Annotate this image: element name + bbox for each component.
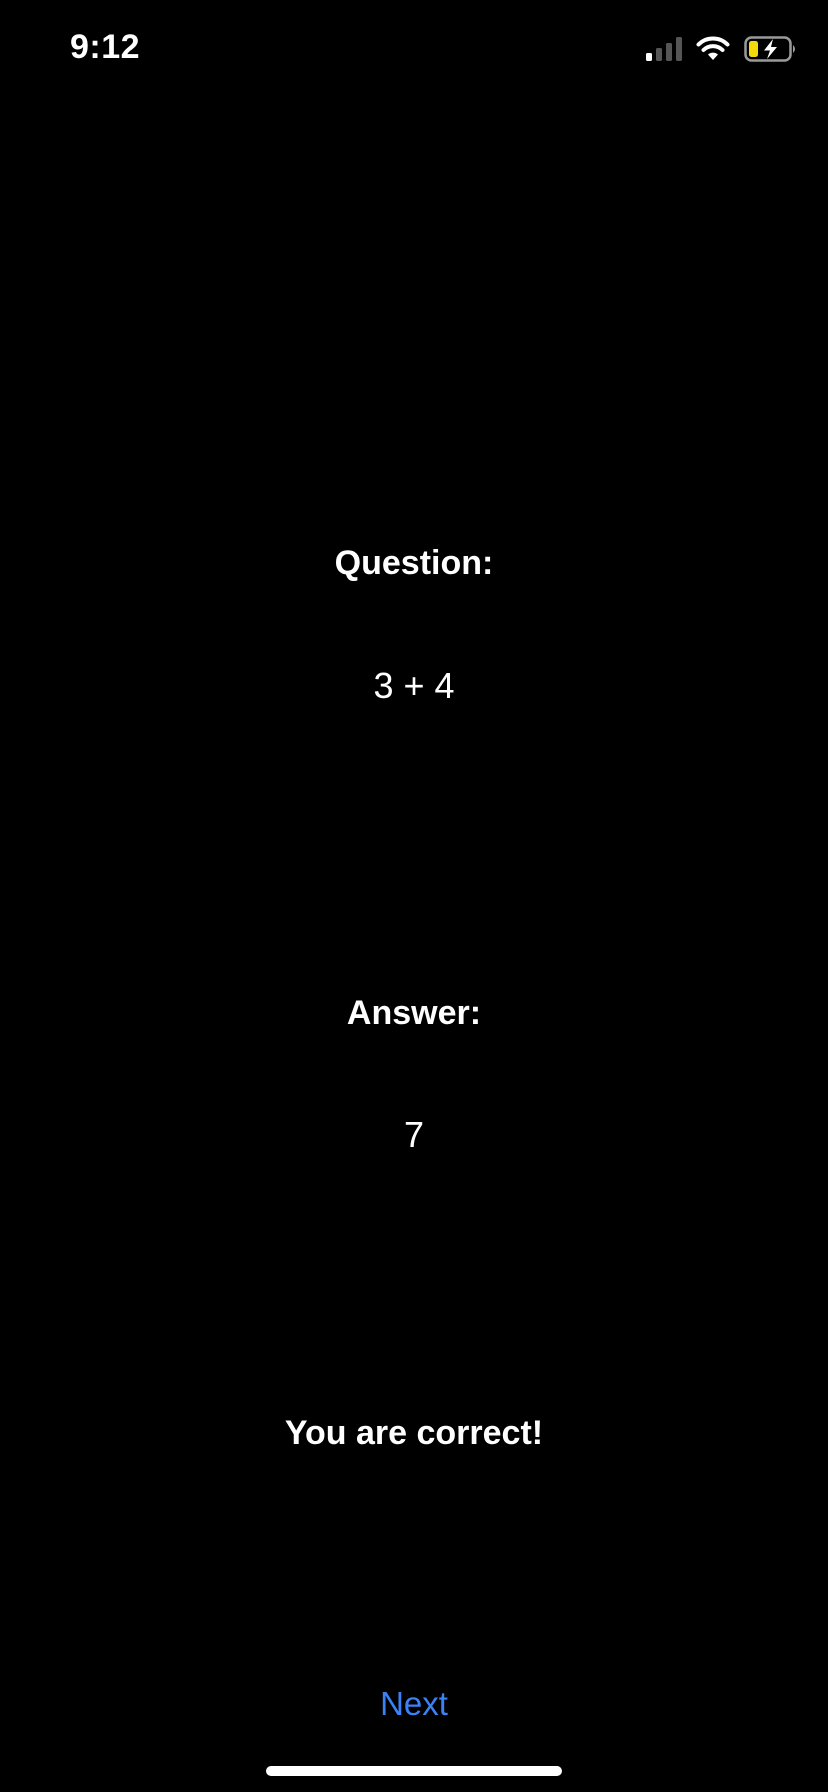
question-label: Question: — [334, 544, 494, 582]
next-button[interactable]: Next — [314, 1674, 514, 1734]
wifi-icon — [696, 36, 730, 62]
status-icons — [646, 34, 798, 64]
result-message: You are correct! — [284, 1414, 544, 1452]
answer-label: Answer: — [346, 994, 482, 1032]
home-indicator[interactable] — [266, 1766, 562, 1776]
question-text: 3 + 4 — [373, 665, 455, 706]
battery-charging-icon — [744, 36, 798, 62]
cellular-signal-icon — [646, 37, 682, 61]
status-time: 9:12 — [70, 28, 141, 66]
answer-text: 7 — [403, 1114, 425, 1155]
status-bar: 9:12 — [0, 0, 828, 100]
